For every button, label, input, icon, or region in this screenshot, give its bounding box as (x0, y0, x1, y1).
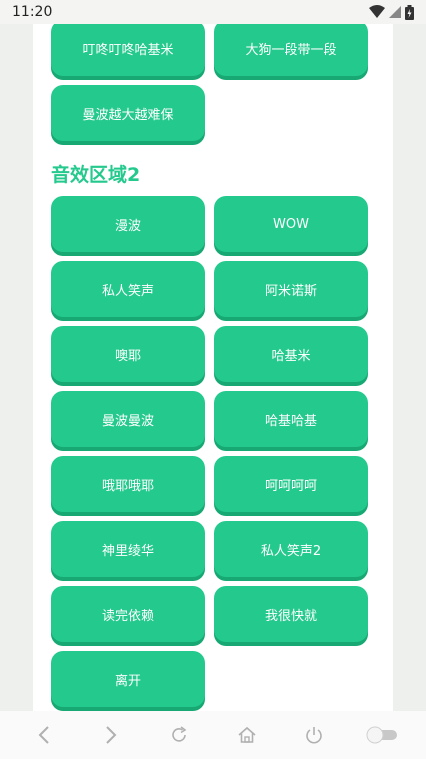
toggle-button[interactable] (362, 715, 402, 755)
status-bar: 11:20 (0, 0, 426, 24)
sound-button[interactable]: 读完依赖 (51, 586, 205, 642)
sound-button[interactable]: 哦耶哦耶 (51, 456, 205, 512)
page-content: 叮咚叮咚哈基米 大狗一段带一段 曼波越大越难保 音效区域2 漫波 WOW 私人笑… (33, 24, 393, 711)
browser-nav-bar (0, 711, 426, 759)
back-icon (38, 726, 49, 744)
forward-button[interactable] (91, 715, 131, 755)
section2-grid: 漫波 WOW 私人笑声 阿米诺斯 噢耶 哈基米 曼波曼波 哈基哈基 哦耶哦耶 呵… (51, 196, 369, 707)
sound-button[interactable]: 叮咚叮咚哈基米 (51, 24, 205, 76)
battery-icon (405, 4, 414, 20)
back-button[interactable] (24, 715, 64, 755)
sound-button[interactable]: 私人笑声2 (214, 521, 368, 577)
home-button[interactable] (227, 715, 267, 755)
home-icon (238, 726, 256, 743)
sound-button[interactable]: 呵呵呵呵 (214, 456, 368, 512)
sound-button[interactable]: 哈基米 (214, 326, 368, 382)
power-icon (306, 727, 323, 744)
toggle-icon (366, 726, 398, 744)
sound-button[interactable]: 阿米诺斯 (214, 261, 368, 317)
signal-icon (389, 6, 401, 18)
sound-button[interactable]: 私人笑声 (51, 261, 205, 317)
power-button[interactable] (294, 715, 334, 755)
status-time: 11:20 (12, 4, 53, 20)
sound-button[interactable]: 神里绫华 (51, 521, 205, 577)
wifi-icon (369, 5, 385, 18)
section1-grid: 叮咚叮咚哈基米 大狗一段带一段 曼波越大越难保 (51, 24, 369, 141)
sound-button[interactable]: 哈基哈基 (214, 391, 368, 447)
sound-button[interactable]: 噢耶 (51, 326, 205, 382)
sound-button[interactable]: 曼波越大越难保 (51, 85, 205, 141)
sound-button[interactable]: 大狗一段带一段 (214, 24, 368, 76)
sound-button[interactable]: 离开 (51, 651, 205, 707)
sound-button[interactable]: 曼波曼波 (51, 391, 205, 447)
refresh-button[interactable] (159, 715, 199, 755)
status-icons (369, 4, 414, 20)
forward-icon (106, 726, 117, 744)
sound-button[interactable]: 我很快就 (214, 586, 368, 642)
sound-button[interactable]: WOW (214, 196, 368, 252)
refresh-icon (172, 726, 187, 742)
sound-button[interactable]: 漫波 (51, 196, 205, 252)
section-title: 音效区域2 (51, 164, 141, 186)
